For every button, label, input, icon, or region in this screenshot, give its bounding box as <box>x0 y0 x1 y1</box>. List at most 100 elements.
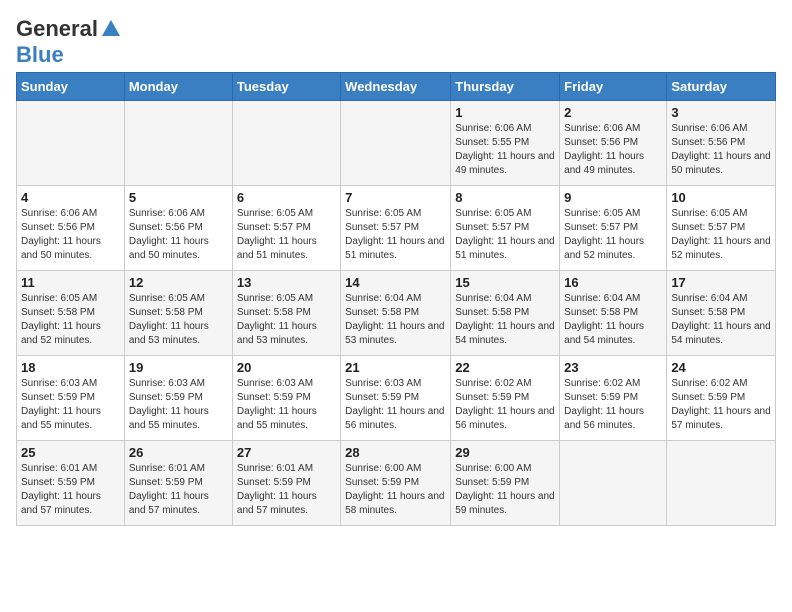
day-number: 22 <box>455 360 555 375</box>
day-info: Sunrise: 6:00 AM Sunset: 5:59 PM Dayligh… <box>345 462 446 518</box>
day-number: 1 <box>455 105 555 120</box>
day-info: Sunrise: 6:03 AM Sunset: 5:59 PM Dayligh… <box>129 377 228 433</box>
calendar-cell: 3 Sunrise: 6:06 AM Sunset: 5:56 PM Daylig… <box>667 101 776 186</box>
col-header-saturday: Saturday <box>667 73 776 101</box>
col-header-sunday: Sunday <box>17 73 125 101</box>
day-info: Sunrise: 6:01 AM Sunset: 5:59 PM Dayligh… <box>129 462 228 518</box>
calendar-cell <box>232 101 340 186</box>
calendar-table: SundayMondayTuesdayWednesdayThursdayFrid… <box>16 72 776 526</box>
calendar-cell: 17 Sunrise: 6:04 AM Sunset: 5:58 PM Dayli… <box>667 271 776 356</box>
day-number: 26 <box>129 445 228 460</box>
day-number: 27 <box>237 445 336 460</box>
day-number: 14 <box>345 275 446 290</box>
calendar-cell: 5 Sunrise: 6:06 AM Sunset: 5:56 PM Daylig… <box>124 186 232 271</box>
day-number: 17 <box>671 275 771 290</box>
day-number: 11 <box>21 275 120 290</box>
day-number: 5 <box>129 190 228 205</box>
calendar-cell: 20 Sunrise: 6:03 AM Sunset: 5:59 PM Dayli… <box>232 356 340 441</box>
day-info: Sunrise: 6:05 AM Sunset: 5:57 PM Dayligh… <box>671 207 771 263</box>
calendar-cell: 22 Sunrise: 6:02 AM Sunset: 5:59 PM Dayli… <box>451 356 560 441</box>
calendar-cell: 7 Sunrise: 6:05 AM Sunset: 5:57 PM Daylig… <box>341 186 451 271</box>
logo-blue: Blue <box>16 42 64 67</box>
day-info: Sunrise: 6:05 AM Sunset: 5:57 PM Dayligh… <box>237 207 336 263</box>
day-info: Sunrise: 6:03 AM Sunset: 5:59 PM Dayligh… <box>345 377 446 433</box>
day-number: 13 <box>237 275 336 290</box>
day-info: Sunrise: 6:05 AM Sunset: 5:58 PM Dayligh… <box>237 292 336 348</box>
calendar-cell <box>560 441 667 526</box>
calendar-cell: 16 Sunrise: 6:04 AM Sunset: 5:58 PM Dayli… <box>560 271 667 356</box>
calendar-cell: 23 Sunrise: 6:02 AM Sunset: 5:59 PM Dayli… <box>560 356 667 441</box>
calendar-cell: 25 Sunrise: 6:01 AM Sunset: 5:59 PM Dayli… <box>17 441 125 526</box>
day-number: 7 <box>345 190 446 205</box>
calendar-cell <box>667 441 776 526</box>
calendar-cell <box>341 101 451 186</box>
day-info: Sunrise: 6:02 AM Sunset: 5:59 PM Dayligh… <box>671 377 771 433</box>
calendar-cell: 8 Sunrise: 6:05 AM Sunset: 5:57 PM Daylig… <box>451 186 560 271</box>
calendar-cell: 15Sunrise: 6:04 AM Sunset: 5:58 PM Dayli… <box>451 271 560 356</box>
day-info: Sunrise: 6:03 AM Sunset: 5:59 PM Dayligh… <box>21 377 120 433</box>
day-info: Sunrise: 6:06 AM Sunset: 5:55 PM Dayligh… <box>455 122 555 178</box>
day-number: 21 <box>345 360 446 375</box>
day-number: 6 <box>237 190 336 205</box>
day-info: Sunrise: 6:04 AM Sunset: 5:58 PM Dayligh… <box>455 292 555 348</box>
calendar-cell: 4 Sunrise: 6:06 AM Sunset: 5:56 PM Daylig… <box>17 186 125 271</box>
calendar-cell: 11 Sunrise: 6:05 AM Sunset: 5:58 PM Dayli… <box>17 271 125 356</box>
day-number: 19 <box>129 360 228 375</box>
day-info: Sunrise: 6:04 AM Sunset: 5:58 PM Dayligh… <box>671 292 771 348</box>
day-number: 23 <box>564 360 662 375</box>
day-info: Sunrise: 6:05 AM Sunset: 5:57 PM Dayligh… <box>345 207 446 263</box>
day-number: 24 <box>671 360 771 375</box>
day-number: 8 <box>455 190 555 205</box>
day-info: Sunrise: 6:00 AM Sunset: 5:59 PM Dayligh… <box>455 462 555 518</box>
day-info: Sunrise: 6:05 AM Sunset: 5:57 PM Dayligh… <box>455 207 555 263</box>
calendar-cell <box>124 101 232 186</box>
day-number: 16 <box>564 275 662 290</box>
calendar-cell: 6 Sunrise: 6:05 AM Sunset: 5:57 PM Daylig… <box>232 186 340 271</box>
day-info: Sunrise: 6:06 AM Sunset: 5:56 PM Dayligh… <box>671 122 771 178</box>
calendar-cell: 24 Sunrise: 6:02 AM Sunset: 5:59 PM Dayli… <box>667 356 776 441</box>
day-number: 25 <box>21 445 120 460</box>
day-info: Sunrise: 6:06 AM Sunset: 5:56 PM Dayligh… <box>564 122 662 178</box>
day-info: Sunrise: 6:06 AM Sunset: 5:56 PM Dayligh… <box>129 207 228 263</box>
day-info: Sunrise: 6:02 AM Sunset: 5:59 PM Dayligh… <box>564 377 662 433</box>
calendar-cell: 26 Sunrise: 6:01 AM Sunset: 5:59 PM Dayli… <box>124 441 232 526</box>
col-header-tuesday: Tuesday <box>232 73 340 101</box>
day-info: Sunrise: 6:01 AM Sunset: 5:59 PM Dayligh… <box>21 462 120 518</box>
calendar-cell: 14 Sunrise: 6:04 AM Sunset: 5:58 PM Dayli… <box>341 271 451 356</box>
day-number: 12 <box>129 275 228 290</box>
calendar-cell: 19 Sunrise: 6:03 AM Sunset: 5:59 PM Dayli… <box>124 356 232 441</box>
day-number: 29 <box>455 445 555 460</box>
col-header-thursday: Thursday <box>451 73 560 101</box>
day-number: 4 <box>21 190 120 205</box>
calendar-cell: 29 Sunrise: 6:00 AM Sunset: 5:59 PM Dayli… <box>451 441 560 526</box>
day-info: Sunrise: 6:05 AM Sunset: 5:58 PM Dayligh… <box>21 292 120 348</box>
day-number: 20 <box>237 360 336 375</box>
calendar-cell: 12Sunrise: 6:05 AM Sunset: 5:58 PM Dayli… <box>124 271 232 356</box>
calendar-cell: 2 Sunrise: 6:06 AM Sunset: 5:56 PM Daylig… <box>560 101 667 186</box>
day-info: Sunrise: 6:04 AM Sunset: 5:58 PM Dayligh… <box>564 292 662 348</box>
day-number: 18 <box>21 360 120 375</box>
logo-general: General <box>16 16 98 42</box>
calendar-cell <box>17 101 125 186</box>
col-header-monday: Monday <box>124 73 232 101</box>
day-info: Sunrise: 6:03 AM Sunset: 5:59 PM Dayligh… <box>237 377 336 433</box>
day-info: Sunrise: 6:05 AM Sunset: 5:57 PM Dayligh… <box>564 207 662 263</box>
day-info: Sunrise: 6:01 AM Sunset: 5:59 PM Dayligh… <box>237 462 336 518</box>
day-number: 3 <box>671 105 771 120</box>
day-number: 2 <box>564 105 662 120</box>
day-info: Sunrise: 6:02 AM Sunset: 5:59 PM Dayligh… <box>455 377 555 433</box>
col-header-wednesday: Wednesday <box>341 73 451 101</box>
calendar-cell: 10 Sunrise: 6:05 AM Sunset: 5:57 PM Dayli… <box>667 186 776 271</box>
col-header-friday: Friday <box>560 73 667 101</box>
calendar-cell: 21 Sunrise: 6:03 AM Sunset: 5:59 PM Dayli… <box>341 356 451 441</box>
calendar-cell: 9Sunrise: 6:05 AM Sunset: 5:57 PM Daylig… <box>560 186 667 271</box>
calendar-cell: 1 Sunrise: 6:06 AM Sunset: 5:55 PM Daylig… <box>451 101 560 186</box>
calendar-cell: 18 Sunrise: 6:03 AM Sunset: 5:59 PM Dayli… <box>17 356 125 441</box>
day-info: Sunrise: 6:04 AM Sunset: 5:58 PM Dayligh… <box>345 292 446 348</box>
day-number: 10 <box>671 190 771 205</box>
logo: General Blue <box>16 16 124 68</box>
calendar-cell: 27 Sunrise: 6:01 AM Sunset: 5:59 PM Dayli… <box>232 441 340 526</box>
day-info: Sunrise: 6:06 AM Sunset: 5:56 PM Dayligh… <box>21 207 120 263</box>
calendar-cell: 28Sunrise: 6:00 AM Sunset: 5:59 PM Dayli… <box>341 441 451 526</box>
calendar-cell: 13 Sunrise: 6:05 AM Sunset: 5:58 PM Dayli… <box>232 271 340 356</box>
